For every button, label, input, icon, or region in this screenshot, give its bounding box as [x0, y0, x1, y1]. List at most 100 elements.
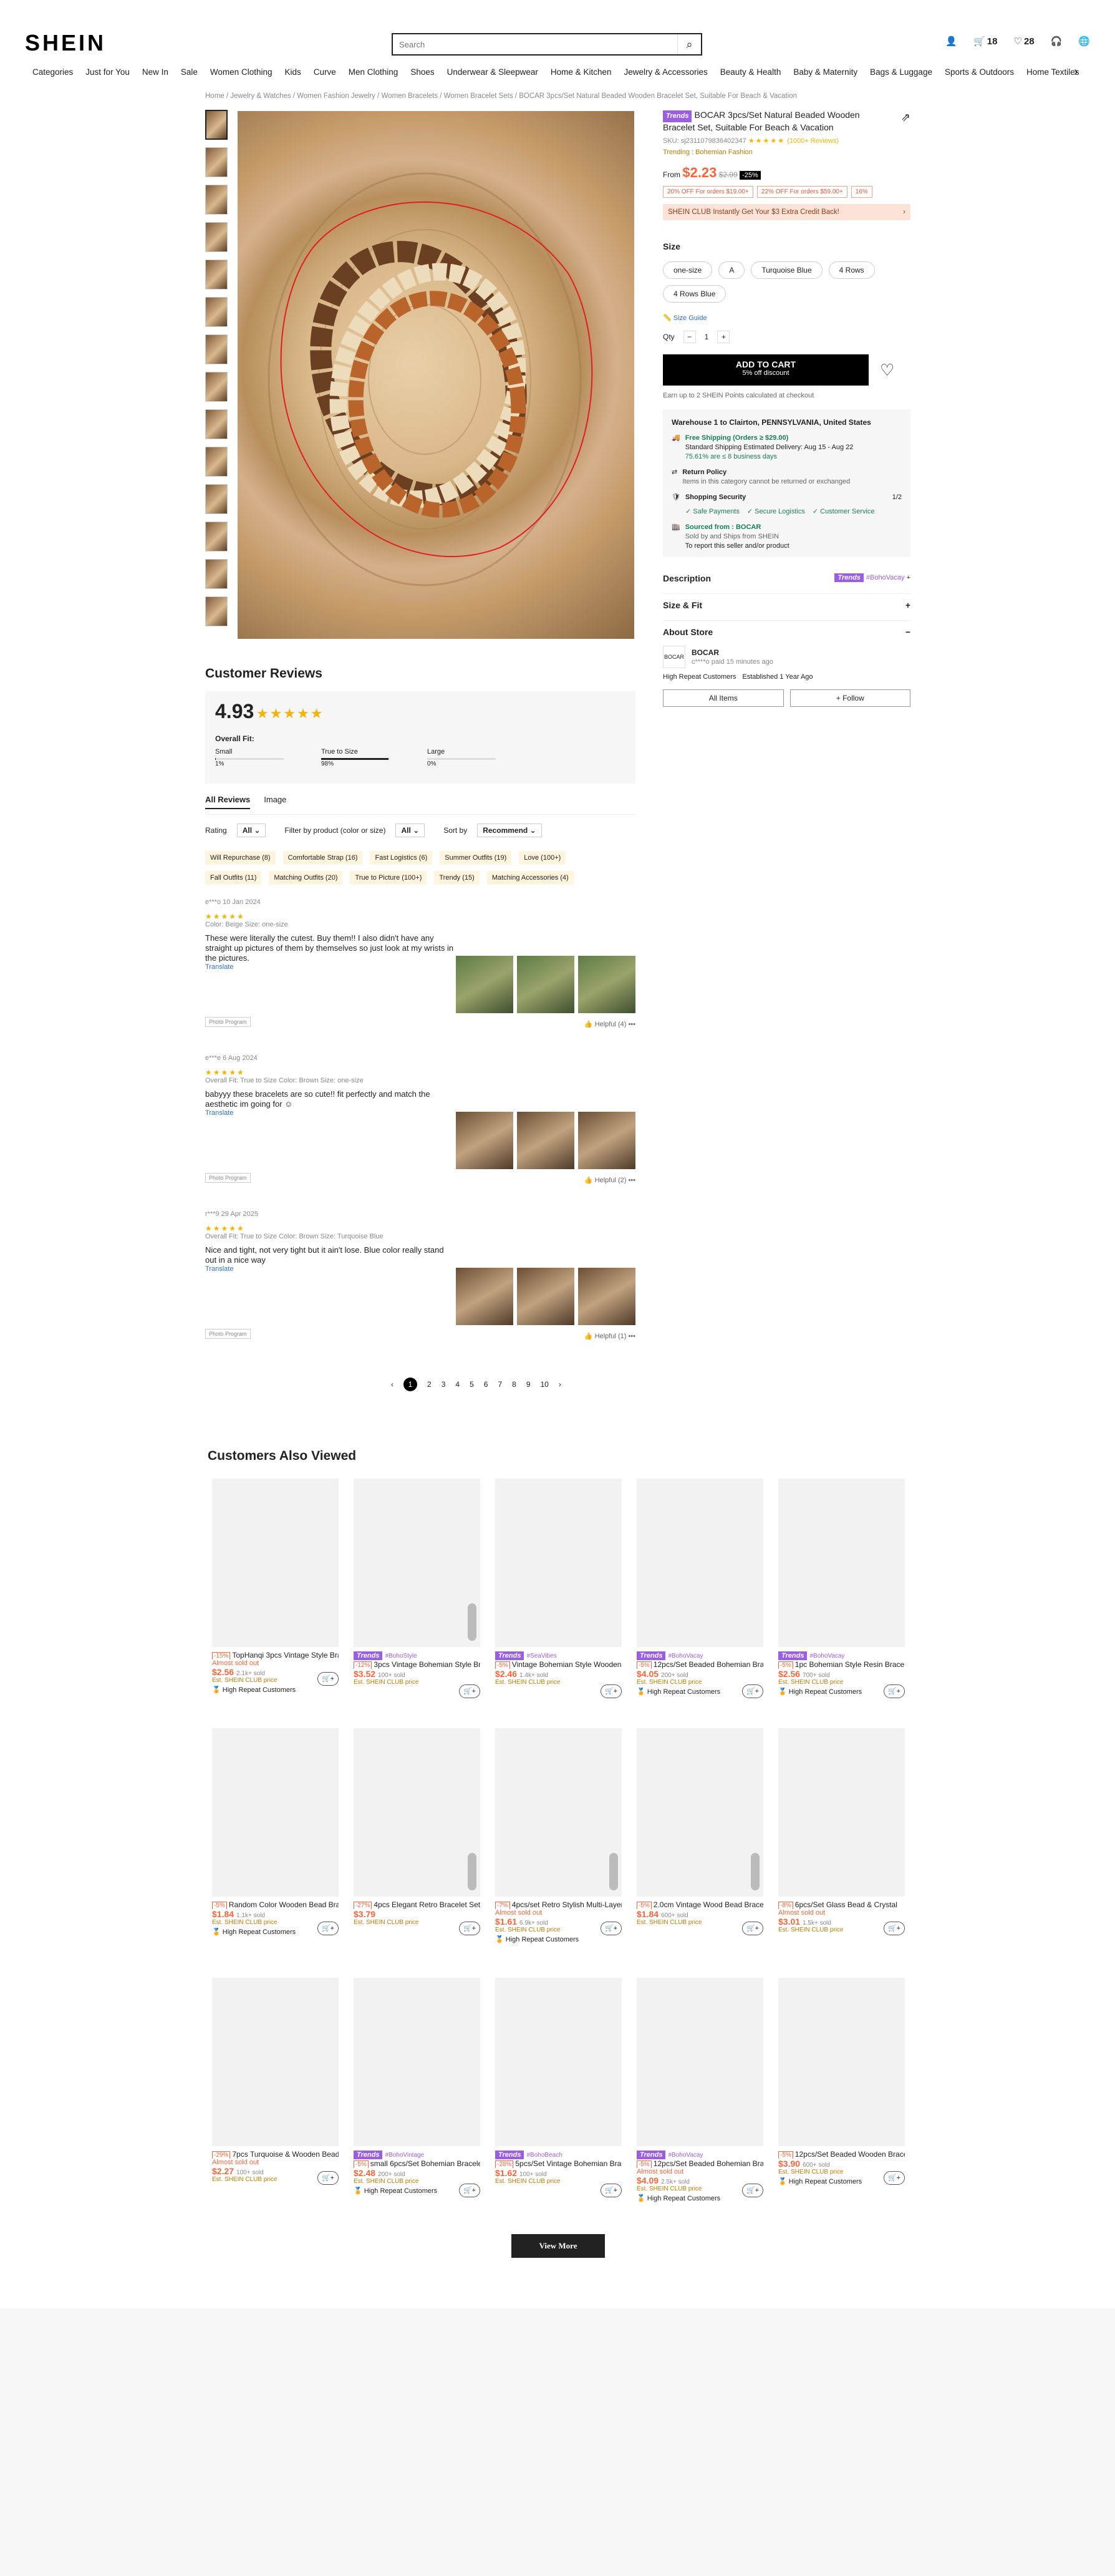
- product-thumbnail[interactable]: [205, 409, 228, 439]
- size-option[interactable]: 4 Rows: [828, 261, 875, 279]
- review-tab[interactable]: All Reviews: [205, 795, 251, 809]
- about-store-section[interactable]: About Store −: [663, 620, 910, 637]
- warehouse-text[interactable]: Warehouse 1 to Clairton, PENNSYLVANIA, U…: [672, 418, 902, 427]
- product-card-title[interactable]: -15%TopHanqi 3pcs Vintage Style Bracelet: [212, 1651, 339, 1660]
- nav-item[interactable]: Categories: [32, 67, 73, 77]
- product-card[interactable]: -5%Random Color Wooden Bead Bracelet$1.8…: [212, 1728, 339, 1936]
- coupon-chip[interactable]: 16%: [851, 186, 872, 198]
- product-thumbnail[interactable]: [205, 484, 228, 514]
- product-card-image[interactable]: [495, 1479, 622, 1647]
- product-card-title[interactable]: -27% 4pcs Elegant Retro Bracelet Set: [354, 1900, 480, 1909]
- prev-page-icon[interactable]: ‹: [391, 1380, 393, 1389]
- product-card-title[interactable]: -7% 4pcs/set Retro Stylish Multi-Layer: [495, 1900, 622, 1909]
- review-tag[interactable]: Fall Outfits (11): [205, 871, 262, 885]
- wishlist-icon[interactable]: ♡ 28: [1013, 36, 1034, 47]
- review-photo[interactable]: [456, 1268, 513, 1325]
- product-card-image[interactable]: [778, 1978, 905, 2146]
- add-to-cart-icon[interactable]: 🛒+: [317, 2171, 339, 2185]
- follow-button[interactable]: + Follow: [789, 689, 910, 707]
- nav-item[interactable]: Sale: [181, 67, 198, 77]
- product-card[interactable]: Trends #BohoVacay -5% 12pcs/Set Beaded Bohe…: [637, 1479, 763, 1698]
- product-card[interactable]: -27% 4pcs Elegant Retro Bracelet Set $3.79…: [354, 1728, 480, 1935]
- page-number[interactable]: 1: [403, 1378, 417, 1391]
- review-photo[interactable]: [578, 1112, 635, 1169]
- review-tag[interactable]: Comfortable Strap (16): [282, 851, 363, 865]
- product-card-title[interactable]: Trends #BohoBeach -28% 5pcs/Set Vintage Boh…: [495, 2150, 622, 2168]
- product-main-image[interactable]: [238, 111, 634, 639]
- size-guide-link[interactable]: 📏 Size Guide: [663, 314, 910, 322]
- nav-item[interactable]: Underwear & Sleepwear: [447, 67, 538, 77]
- product-card-title[interactable]: Trends #BohoVacay -5% 1pc Bohemian Style Re…: [778, 1651, 905, 1669]
- product-card[interactable]: -8% 6pcs/Set Glass Bead & Crystal Almost s…: [778, 1728, 905, 1935]
- product-card-title[interactable]: Trends #BohoStyle -12% 3pcs Vintage Bohemia…: [354, 1651, 480, 1669]
- product-card-title[interactable]: -5% 12pcs/Set Beaded Wooden Bracelet: [778, 2150, 905, 2159]
- product-card-image[interactable]: [212, 1978, 339, 2146]
- review-tag[interactable]: Matching Accessories (4): [486, 871, 574, 885]
- shein-logo[interactable]: SHEIN: [25, 30, 106, 56]
- add-to-cart-icon[interactable]: 🛒+: [459, 1922, 480, 1935]
- nav-item[interactable]: Home & Kitchen: [551, 67, 612, 77]
- page-number[interactable]: 10: [541, 1380, 549, 1389]
- nav-item[interactable]: Beauty & Health: [720, 67, 781, 77]
- page-number[interactable]: 7: [498, 1380, 502, 1389]
- all-items-button[interactable]: All Items: [663, 689, 784, 707]
- qty-plus-button[interactable]: +: [717, 331, 730, 343]
- product-card-image[interactable]: [212, 1479, 339, 1647]
- more-icon[interactable]: •••: [626, 1333, 635, 1340]
- review-photo[interactable]: [517, 956, 574, 1013]
- view-more-button[interactable]: View More: [511, 2234, 605, 2258]
- review-photo[interactable]: [578, 956, 635, 1013]
- product-card-title[interactable]: Trends #BohoVintage -5% small 6pcs/Set Bohe…: [354, 2150, 480, 2168]
- product-card[interactable]: -7% 4pcs/set Retro Stylish Multi-Layer Alm…: [495, 1728, 622, 1943]
- store-logo[interactable]: BOCAR: [663, 646, 685, 668]
- product-card-image[interactable]: [354, 1479, 480, 1647]
- product-thumbnail[interactable]: [205, 372, 228, 402]
- rating-count[interactable]: (1000+ Reviews): [787, 137, 839, 145]
- add-to-cart-button[interactable]: ADD TO CART 5% off discount: [663, 354, 869, 386]
- add-to-cart-icon[interactable]: 🛒+: [317, 1672, 339, 1686]
- product-card-image[interactable]: [637, 1728, 763, 1897]
- search-icon[interactable]: ⌕: [677, 34, 701, 54]
- product-thumbnail[interactable]: [205, 110, 228, 140]
- product-card-image[interactable]: [778, 1728, 905, 1897]
- add-to-cart-icon[interactable]: 🛒+: [317, 1922, 339, 1935]
- product-card-image[interactable]: [212, 1728, 339, 1897]
- shein-club-banner[interactable]: SHEIN CLUB Instantly Get Your $3 Extra C…: [663, 204, 910, 220]
- product-card[interactable]: Trends #BohoVacay -5% 12pcs/Set Beaded Bohe…: [637, 1978, 763, 2202]
- nav-item[interactable]: Just for You: [85, 67, 130, 77]
- page-number[interactable]: 8: [512, 1380, 516, 1389]
- globe-icon[interactable]: 🌐: [1078, 36, 1090, 47]
- product-card[interactable]: Trends #BohoStyle -12% 3pcs Vintage Bohemia…: [354, 1479, 480, 1698]
- security-row[interactable]: 🛡 Shopping Security 1/2 ✓ Safe Payments ✓ Se…: [672, 493, 902, 517]
- quick-view-handle[interactable]: [468, 1853, 476, 1890]
- page-number[interactable]: 4: [455, 1380, 460, 1389]
- qty-value[interactable]: 1: [705, 333, 709, 341]
- review-tag[interactable]: Fast Logistics (6): [370, 851, 433, 865]
- coupon-chip[interactable]: 22% OFF For orders $59.00+: [756, 186, 847, 198]
- product-thumbnail[interactable]: [205, 297, 228, 327]
- size-fit-section[interactable]: Size & Fit +: [663, 593, 910, 610]
- review-tag[interactable]: True to Picture (100+): [350, 871, 427, 885]
- add-to-cart-icon[interactable]: 🛒+: [884, 2171, 905, 2185]
- nav-item[interactable]: Jewelry & Accessories: [624, 67, 707, 77]
- helpful-button[interactable]: 👍 Helpful (4) •••: [584, 1020, 635, 1028]
- add-to-cart-icon[interactable]: 🛒+: [459, 2184, 480, 2197]
- quick-view-handle[interactable]: [609, 1853, 618, 1890]
- nav-item[interactable]: Curve: [314, 67, 336, 77]
- description-section[interactable]: Description Trends #BohoVacay +: [663, 567, 910, 583]
- more-icon[interactable]: •••: [626, 1177, 635, 1184]
- nav-item[interactable]: Men Clothing: [349, 67, 398, 77]
- add-to-cart-icon[interactable]: 🛒+: [742, 1922, 763, 1935]
- helpful-button[interactable]: 👍 Helpful (2) •••: [584, 1176, 635, 1184]
- nav-item[interactable]: Baby & Maternity: [793, 67, 857, 77]
- product-thumbnail[interactable]: [205, 447, 228, 477]
- product-card[interactable]: -15%TopHanqi 3pcs Vintage Style Bracelet…: [212, 1479, 339, 1694]
- add-to-cart-icon[interactable]: 🛒+: [742, 2184, 763, 2197]
- size-option[interactable]: one-size: [663, 261, 713, 279]
- nav-item[interactable]: Home Textiles: [1026, 67, 1079, 77]
- product-card-title[interactable]: Trends #BohoVacay -5% 12pcs/Set Beaded Bohe…: [637, 1651, 763, 1669]
- product-card[interactable]: Trends #BohoBeach -28% 5pcs/Set Vintage Boh…: [495, 1978, 622, 2197]
- helpful-button[interactable]: 👍 Helpful (1) •••: [584, 1332, 635, 1340]
- review-tag[interactable]: Matching Outfits (20): [269, 871, 343, 885]
- user-icon[interactable]: 👤: [945, 36, 957, 47]
